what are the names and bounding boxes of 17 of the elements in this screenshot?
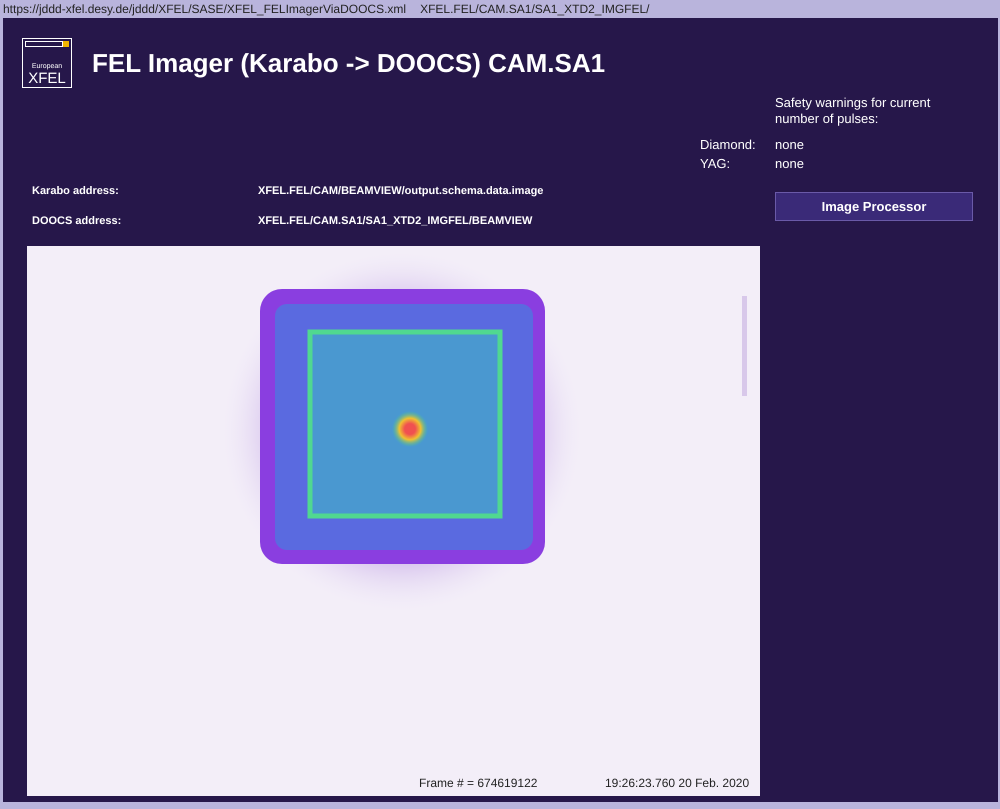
address-label: DOOCS address: — [32, 214, 122, 229]
address-value: XFEL.FEL/CAM/BEAMVIEW/output.schema.data.image — [258, 184, 544, 199]
logo-text: XFEL — [28, 71, 66, 86]
safety-heading: Safety warnings for current number of pulses: — [775, 95, 932, 127]
warning-label: Diamond: — [700, 136, 757, 154]
address-label: Karabo address: — [32, 184, 120, 199]
address-value: XFEL.FEL/CAM.SA1/SA1_XTD2_IMGFEL/BEAMVIEW — [258, 214, 532, 229]
frame-number: Frame # = 674619122 — [419, 775, 538, 792]
image-processor-button[interactable]: Image Processor — [775, 192, 973, 221]
url-text: https://jddd-xfel.desy.de/jddd/XFEL/SASE/XFEL_FELImagerViaDOOCS.xml — [3, 1, 406, 18]
device-path-text: XFEL.FEL/CAM.SA1/SA1_XTD2_IMGFEL/ — [420, 1, 650, 18]
warning-value: none — [775, 154, 804, 173]
logo-bar-icon — [25, 41, 69, 47]
page-title: FEL Imager (Karabo -> DOOCS) CAM.SA1 — [92, 46, 606, 80]
warning-label: YAG: — [700, 154, 732, 173]
warning-value: none — [775, 136, 804, 154]
timestamp: 19:26:23.760 20 Feb. 2020 — [605, 775, 750, 792]
